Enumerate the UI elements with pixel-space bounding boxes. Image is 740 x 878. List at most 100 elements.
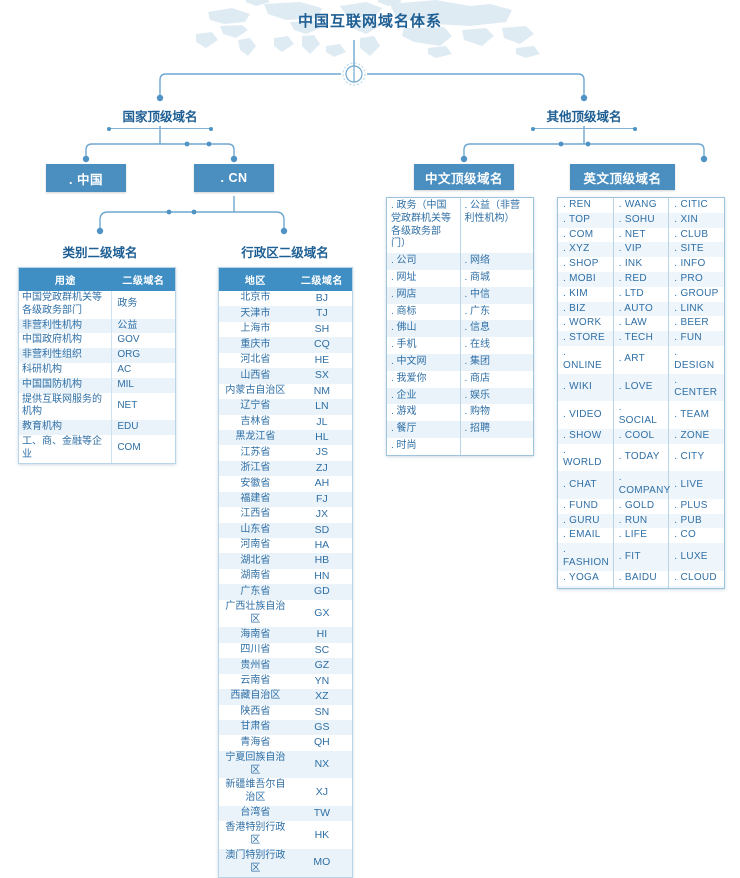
cell-region: 北京市 xyxy=(240,292,271,304)
table-row: . 公司. 网络 xyxy=(387,253,533,270)
table-row: . KIM. LTD . GROUP xyxy=(558,286,724,302)
cell-chinese-tld xyxy=(460,438,533,455)
cell-english-tld: . LIVE xyxy=(674,478,704,490)
cell-chinese-tld: . 购物 xyxy=(464,406,491,418)
cell-region: 天津市 xyxy=(240,307,271,319)
cell-region: 上海市 xyxy=(240,323,271,335)
table-row: 黑龙江省 HL xyxy=(219,429,352,446)
cell-english-tld: . BAIDU xyxy=(613,570,670,586)
cell-code: SH xyxy=(314,322,330,335)
cell-use: 教育机构 xyxy=(19,420,113,435)
cell-english-tld: . ONLINE xyxy=(558,345,614,374)
cell-english-tld: . FIT xyxy=(613,543,670,571)
table-row: 甘肃省 GS xyxy=(219,719,352,736)
cell-region: 江西省 xyxy=(240,508,271,520)
cell-region: 湖南省 xyxy=(240,570,271,582)
cell-english-tld: . WORK xyxy=(558,316,614,332)
table-row: 湖北省 HB xyxy=(219,553,352,569)
cell-english-tld: . PUB xyxy=(674,514,702,526)
cell-code: HA xyxy=(314,539,330,551)
node-dot-cn[interactable]: . CN xyxy=(194,164,274,192)
cell-english-tld: . LUXE xyxy=(674,550,708,562)
cell-chinese-tld: . 公益（非营利性机构） xyxy=(464,200,521,224)
cell-region: 西藏自治区 xyxy=(230,690,281,702)
cell-code: SX xyxy=(314,369,329,382)
col-header-use: 用途 xyxy=(19,268,112,291)
table-row: 中国国防机构 MIL xyxy=(19,377,175,393)
banner: 中国互联网域名体系 xyxy=(0,0,740,58)
table-row: 贵州省 GZ xyxy=(219,658,352,674)
cell-use: 非营利性组织 xyxy=(19,348,113,363)
cell-english-tld: . PRO xyxy=(674,272,704,284)
cell-code: LN xyxy=(315,400,329,413)
cell-code: SC xyxy=(314,643,330,656)
cell-english-tld: . DESIGN xyxy=(674,346,715,371)
table-row: 江西省 JX xyxy=(219,507,352,523)
cell-english-tld: . LTD xyxy=(613,286,670,302)
table-row: . BIZ. AUTO . LINK xyxy=(558,301,724,317)
cell-code: HL xyxy=(315,430,329,443)
cell-chinese-tld: . 公司 xyxy=(387,253,461,270)
node-english-tld-label: 英文顶级域名 xyxy=(583,171,662,186)
cell-english-tld: . STORE xyxy=(558,331,614,346)
cell-code: AH xyxy=(314,477,330,490)
cell-region: 海南省 xyxy=(240,628,271,640)
table-row: 天津市 TJ xyxy=(219,306,352,322)
cell-english-tld: . GROUP xyxy=(674,287,719,299)
cell-domain: EDU xyxy=(117,421,139,433)
table-row: . 政务（中国党政群机关等各级政务部门）. 公益（非营利性机构） xyxy=(387,198,533,254)
cell-english-tld: . TOP xyxy=(558,212,614,228)
table-header-row: 用途 二级域名 xyxy=(19,268,175,291)
cell-english-tld: . TEAM xyxy=(674,408,710,420)
cell-code: XZ xyxy=(315,690,329,703)
cell-chinese-tld: . 游戏 xyxy=(387,404,461,422)
table-row: . CHAT. COMPANY . LIVE xyxy=(558,471,724,499)
node-chinese-tld[interactable]: 中文顶级域名 xyxy=(414,164,514,190)
cell-region: 台湾省 xyxy=(240,807,271,819)
cell-english-tld xyxy=(613,585,670,588)
node-other-tld[interactable]: 其他顶级域名 xyxy=(531,106,637,131)
cell-english-tld: . WANG xyxy=(613,198,670,213)
node-dot-zhongguo[interactable]: . 中国 xyxy=(46,164,126,192)
cell-code: CQ xyxy=(314,338,330,351)
cell-english-tld: . TECH xyxy=(613,331,670,346)
table-row: 辽宁省 LN xyxy=(219,399,352,415)
region-table: 地区 二级域名 北京市 BJ 天津市 TJ 上海市 SH 重庆市 CQ 河北省 HE 山西省 SX 内蒙… xyxy=(218,267,353,878)
table-row: . 商标. 广东 xyxy=(387,303,533,321)
node-english-tld[interactable]: 英文顶级域名 xyxy=(570,164,675,190)
cell-use: 科研机构 xyxy=(19,362,113,378)
table-row: 西藏自治区 XZ xyxy=(219,689,352,705)
table-row: 安徽省 AH xyxy=(219,476,352,492)
cell-region: 澳门特别行政区 xyxy=(225,850,286,874)
table-row: . VIDEO. SOCIAL . TEAM xyxy=(558,401,724,429)
cell-english-tld: . INK xyxy=(613,257,670,272)
table-row: . 手机. 在线 xyxy=(387,337,533,354)
cell-region: 湖北省 xyxy=(240,554,271,566)
cell-english-tld: . EMAIL xyxy=(558,528,614,544)
cell-chinese-tld: . 企业 xyxy=(387,387,461,405)
cell-english-tld: . FASHION xyxy=(558,543,614,571)
table-row: 香港特别行政区 HK xyxy=(219,821,352,850)
cell-domain: 政务 xyxy=(117,298,138,310)
table-row: 教育机构 EDU xyxy=(19,420,175,435)
table-row: . YOGA. BAIDU . CLOUD xyxy=(558,570,724,586)
cell-chinese-tld: . 信息 xyxy=(464,322,491,334)
cell-domain: 公益 xyxy=(117,319,138,331)
node-country-tld[interactable]: 国家顶级域名 xyxy=(107,106,213,131)
cell-code: HI xyxy=(316,628,328,641)
cell-region: 吉林省 xyxy=(240,415,271,427)
chinese-tld-body: . 政务（中国党政群机关等各级政务部门）. 公益（非营利性机构）. 公司. 网络… xyxy=(387,198,533,455)
table-row: 江苏省 JS xyxy=(219,445,352,461)
cell-chinese-tld: . 时尚 xyxy=(387,437,461,455)
caption-region-table: 行政区二级域名 xyxy=(241,246,329,260)
cell-english-tld: . COMPANY xyxy=(613,471,670,499)
cell-use: 中国国防机构 xyxy=(19,377,113,393)
cell-code: YN xyxy=(314,674,330,687)
cell-english-tld: . SITE xyxy=(674,243,704,255)
cell-english-tld: . CITY xyxy=(674,450,705,462)
table-row: . 网址. 商城 xyxy=(387,269,533,287)
cell-chinese-tld: . 餐厅 xyxy=(387,421,461,438)
col-header-code: 二级域名 xyxy=(291,268,352,291)
cell-use: 中国政府机构 xyxy=(19,333,113,349)
cell-english-tld: . COM xyxy=(558,227,614,243)
